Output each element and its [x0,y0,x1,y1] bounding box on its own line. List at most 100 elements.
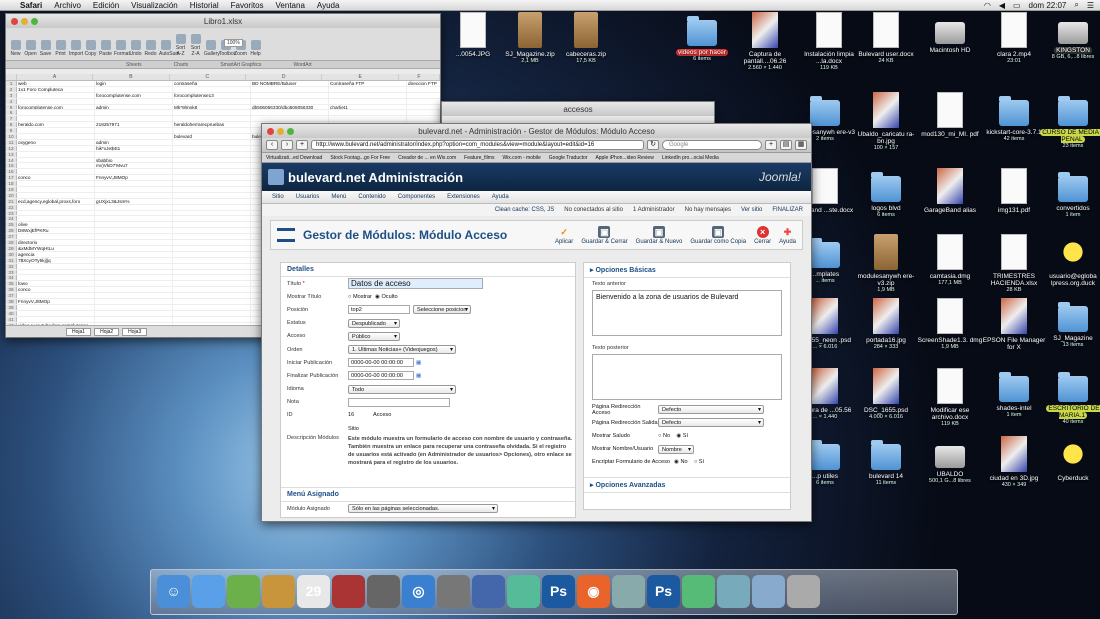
row-number[interactable]: 30 [6,251,17,257]
encrypt-yes-radio[interactable]: ○ Sí [694,459,704,465]
desktop-icon-ubaldo-caricatu-ra-bn-jpg[interactable]: Ubaldo_caricatu ra-bn.jpg 100 × 157 [853,92,919,152]
wifi-icon[interactable]: ◠ [984,1,991,10]
bookmark-item[interactable]: Creador de ... en Wix.com [398,155,456,161]
save-button[interactable]: Save [39,40,52,57]
row-number[interactable]: 14 [6,157,17,162]
basic-options-header[interactable]: ▸ Opciones Básicas [584,263,790,278]
cell[interactable] [173,110,251,116]
cell[interactable] [407,116,440,121]
position-input[interactable]: top2 [348,305,410,315]
desktop-icon-cabeceras-zip[interactable]: cabeceras.zip 17,5 KB [553,12,619,65]
search-field[interactable]: Google [662,140,762,150]
cell[interactable]: D8WxjEfPKRu [17,228,95,234]
cell[interactable] [17,192,95,198]
desktop-icon-dsc-1655-psd[interactable]: DSC_1655.psd 4.000 × 6.016 [853,368,919,421]
ribbon-tab-charts[interactable]: Charts [174,62,189,68]
dock-contactos-icon[interactable] [262,575,295,608]
admin-menu-componentes[interactable]: Componentes [398,194,435,200]
cell[interactable] [173,98,251,104]
title-input[interactable]: Datos de acceso [348,278,483,290]
cell[interactable]: sbabbio [95,157,173,163]
dock-facetime-icon[interactable] [192,575,225,608]
cell[interactable] [95,116,173,122]
cell[interactable] [173,204,251,210]
cell[interactable]: &xMdMYWqHtLu [17,245,95,251]
cell[interactable]: BD NOMBRE/Bduser [251,81,329,86]
cell[interactable] [17,263,95,269]
cell[interactable]: heraldo.com [17,122,95,128]
row-number[interactable]: 13 [6,151,17,157]
cell[interactable] [17,92,95,98]
minimize-icon[interactable] [21,17,28,25]
cell[interactable] [407,110,440,115]
admin-menu-usuarios[interactable]: Usuarios [296,194,320,200]
greeting-yes-radio[interactable]: ◉ Sí [676,433,688,439]
save-close-button[interactable]: ▣ Guardar & Cerrar [581,225,628,245]
cell[interactable] [95,151,173,157]
dock-safari-icon[interactable]: ◎ [402,575,435,608]
cell[interactable] [17,134,95,139]
cell[interactable]: heraldoherrarecpruebas [173,122,251,128]
assignment-select[interactable]: Sólo en las páginas seleccionadas. [348,504,498,514]
cell[interactable] [17,169,95,175]
dock-papelera-icon[interactable] [787,575,820,608]
menu-item-visualizacion[interactable]: Visualización [125,1,184,10]
finder-titlebar[interactable]: accesos [442,102,714,116]
cell[interactable] [173,128,251,134]
back-icon[interactable]: ‹ [266,140,278,150]
cell[interactable]: directorio [17,240,95,245]
cell[interactable] [173,86,251,92]
row-number[interactable]: 27 [6,234,17,239]
zoom-icon[interactable] [31,17,38,25]
cell[interactable] [173,287,251,293]
cell[interactable]: agencia [17,251,95,257]
cell[interactable] [173,245,251,251]
row-number[interactable]: 32 [6,263,17,269]
zoom-icon[interactable] [287,127,294,135]
cell[interactable]: hik*xJe$4t1 [95,145,173,151]
cell[interactable] [17,210,95,216]
cell[interactable] [95,281,173,287]
desktop-icon-modificar-ese-archivo-docx[interactable]: Modificar ese archivo.docx 119 KB [917,368,983,428]
row-number[interactable]: 8 [6,122,17,127]
bookmark-item[interactable]: Virtualizati...ed Download [266,155,322,161]
dock-vista-previa-icon[interactable] [507,575,540,608]
column-header-d[interactable]: D [246,74,323,80]
minimize-icon[interactable] [277,127,284,135]
clean-cache-link[interactable]: Clean cache: CSS, JS [495,207,554,213]
cell[interactable] [173,257,251,263]
access-select[interactable]: Público [348,331,400,341]
select-position-button[interactable]: Seleccione posicion [413,305,471,315]
ribbon-tab-sheets[interactable]: Sheets [126,62,142,68]
row-number[interactable]: 38 [6,298,17,304]
row-number[interactable]: 10 [6,134,17,139]
cell[interactable] [173,304,251,310]
cell[interactable] [407,105,440,110]
cell[interactable] [17,98,95,104]
admin-menu-contenido[interactable]: Contenido [358,194,385,200]
autosum-button[interactable]: AutoSum [159,40,180,57]
cell[interactable] [17,204,95,210]
row-number[interactable]: 23 [6,210,17,216]
desktop-icon-cyberduck[interactable]: Cyberduck [1040,436,1100,482]
advanced-options-header[interactable]: ▸ Opciones Avanzadas [584,476,790,493]
cell[interactable] [17,275,95,281]
cell[interactable] [95,240,173,245]
cell[interactable] [17,163,95,169]
redo-button[interactable]: Redo [144,40,157,57]
cell[interactable] [95,204,173,210]
cell[interactable]: direccion FTP [407,81,440,86]
row-number[interactable]: 1 [6,81,17,86]
cell[interactable]: FnnyvV,J8MOp [17,298,95,304]
cell[interactable] [95,234,173,240]
cell[interactable] [173,298,251,304]
status-select[interactable]: Despublicado [348,318,400,328]
desktop-icon-videos-por-hacer[interactable]: videos por hacer 6 items [669,12,735,63]
desktop-icon-trimestres-hacienda-xlsx[interactable]: TRIMESTRES HACIENDA.xlsx 28 KB [981,234,1047,294]
cell[interactable] [17,216,95,222]
cell[interactable] [173,240,251,245]
desktop-icon-curso-de-media-penal[interactable]: CURSO DE MEDIA ... PENAL 23 items [1040,92,1100,150]
dock-calendario-icon[interactable]: 29 [297,575,330,608]
menu-item-edicion[interactable]: Edición [87,1,125,10]
bookmark-add-icon[interactable]: + [765,140,777,150]
